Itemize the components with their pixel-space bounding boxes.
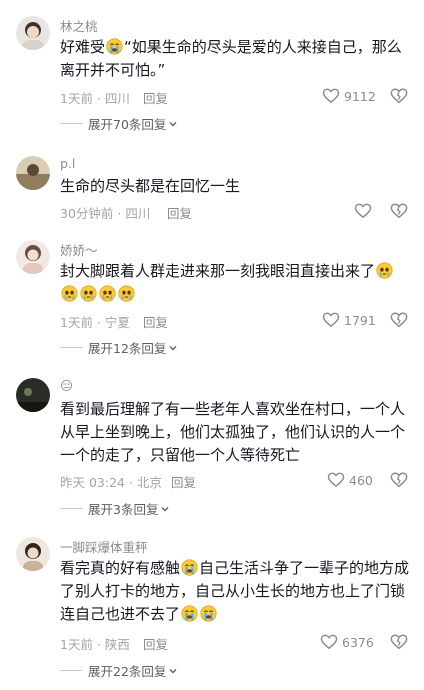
comment-text: 好难受 “如果生命的尽头是爱的人来接自己，那么离开并不可怕。” (60, 36, 410, 82)
broken-heart-icon (390, 312, 408, 328)
heart-outline-icon (320, 634, 338, 650)
like-button[interactable]: 1791 (322, 312, 376, 328)
expand-replies[interactable]: 展开22条回复 (60, 661, 178, 680)
comment-list: 林之桃 好难受 “如果生命的尽头是爱的人来接自己，那么离开并不可怕。” 1天前 ·… (0, 0, 424, 690)
like-count: 9112 (344, 88, 376, 104)
broken-heart-icon (390, 203, 408, 219)
comment-text-part: 看完真的好有感触 (60, 559, 181, 577)
loudly-crying-face-icon (200, 605, 217, 622)
broken-heart-icon (390, 634, 408, 650)
comment-text-part: 好难受 (60, 38, 106, 56)
timestamp-location: 1天前 · 四川 (60, 91, 130, 106)
broken-heart-icon (390, 88, 408, 104)
reply-button[interactable]: 回复 (143, 634, 168, 653)
dislike-button[interactable] (390, 311, 408, 329)
expand-replies[interactable]: 展开70条回复 (60, 114, 178, 133)
divider (60, 347, 82, 348)
divider (60, 123, 82, 124)
avatar[interactable] (16, 16, 50, 50)
like-count: 1791 (344, 312, 376, 328)
username[interactable]: 😑 (60, 378, 73, 393)
like-count: 6376 (342, 634, 374, 650)
like-count: 460 (349, 472, 373, 488)
chevron-down-icon (169, 668, 177, 673)
expand-replies[interactable]: 展开3条回复 (60, 499, 170, 518)
like-button[interactable] (354, 203, 372, 219)
like-button[interactable]: 460 (327, 472, 373, 488)
pleading-face-icon (376, 262, 393, 279)
dislike-button[interactable] (390, 202, 408, 220)
chevron-down-icon (169, 121, 177, 126)
loudly-crying-face-icon (181, 559, 198, 576)
avatar[interactable] (16, 240, 50, 274)
comment-text-part: 封大脚跟着人群走进来那一刻我眼泪直接出来了 (60, 262, 376, 280)
comment-text: 看完真的好有感触 自己生活斗争了一辈子的地方成了别人打卡的地方，自己从小生长的地方… (60, 557, 410, 626)
username[interactable]: 娇娇～ (60, 240, 98, 259)
timestamp-location: 昨天 03:24 · 北京 (60, 475, 162, 490)
comment-text: 生命的尽头都是在回忆一生 (60, 177, 241, 195)
like-button[interactable]: 9112 (322, 88, 376, 104)
broken-heart-icon (390, 472, 408, 488)
heart-outline-icon (354, 203, 372, 219)
expand-label: 展开12条回复 (88, 341, 167, 356)
dislike-button[interactable] (390, 471, 408, 489)
username[interactable]: 一脚踩爆体重秤 (60, 537, 148, 556)
dislike-button[interactable] (390, 633, 408, 651)
avatar[interactable] (16, 378, 50, 412)
heart-outline-icon (327, 472, 345, 488)
timestamp-location: 30分钟前 · 四川 (60, 206, 151, 221)
loudly-crying-face-icon (181, 605, 198, 622)
reply-button[interactable]: 回复 (143, 88, 168, 107)
expand-label: 展开3条回复 (88, 502, 159, 517)
like-button[interactable]: 6376 (320, 634, 374, 650)
comment-text: 封大脚跟着人群走进来那一刻我眼泪直接出来了 (60, 260, 410, 306)
chevron-down-icon (161, 506, 169, 511)
comment-text: 看到最后理解了有一些老年人喜欢坐在村口，一个人从早上坐到晚上，他们太孤独了，他们… (60, 400, 406, 464)
heart-outline-icon (322, 312, 340, 328)
divider (60, 670, 82, 671)
expand-replies[interactable]: 展开12条回复 (60, 338, 178, 357)
heart-outline-icon (322, 88, 340, 104)
loudly-crying-face-icon (106, 38, 123, 55)
expand-label: 展开70条回复 (88, 117, 167, 132)
pleading-face-icon (118, 285, 135, 302)
pleading-face-icon (80, 285, 97, 302)
username[interactable]: 林之桃 (60, 16, 98, 35)
divider (60, 508, 82, 509)
username[interactable]: p.l (60, 156, 75, 171)
chevron-down-icon (169, 345, 177, 350)
timestamp-location: 1天前 · 宁夏 (60, 315, 130, 330)
pleading-face-icon (61, 285, 78, 302)
reply-button[interactable]: 回复 (167, 203, 192, 222)
expand-label: 展开22条回复 (88, 664, 167, 679)
reply-button[interactable]: 回复 (171, 472, 196, 491)
timestamp-location: 1天前 · 陕西 (60, 637, 130, 652)
avatar[interactable] (16, 156, 50, 190)
reply-button[interactable]: 回复 (143, 312, 168, 331)
dislike-button[interactable] (390, 87, 408, 105)
avatar[interactable] (16, 537, 50, 571)
pleading-face-icon (99, 285, 116, 302)
